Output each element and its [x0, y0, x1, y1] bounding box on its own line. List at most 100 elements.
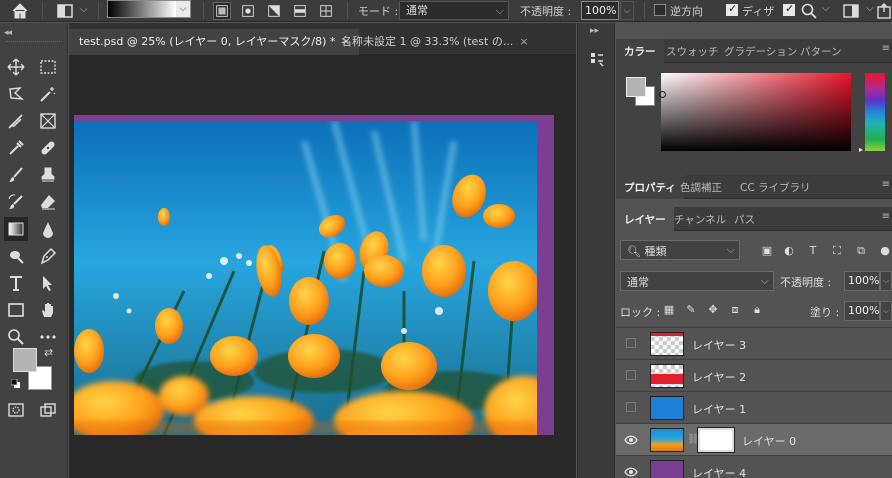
adjustment-filter-icon[interactable]: ◐ — [782, 244, 796, 258]
collapse-toolbar-button[interactable]: ◂◂ — [4, 28, 12, 38]
layer-opacity-slider-toggle[interactable]: ⌵ — [880, 271, 892, 291]
layer-filter-select[interactable]: 🔍︎ 種類 ⌵ — [620, 240, 740, 260]
document-canvas[interactable] — [74, 115, 554, 435]
crop-tool[interactable] — [4, 109, 28, 133]
layer-name[interactable]: レイヤー 2 — [692, 369, 746, 385]
brush-tool[interactable] — [4, 163, 28, 187]
angle-gradient-button[interactable] — [265, 2, 283, 20]
fill-input[interactable]: 100% — [844, 301, 880, 321]
tab-channels[interactable]: チャンネル — [666, 207, 734, 231]
opacity-input[interactable]: 100% — [581, 1, 619, 20]
layer-name[interactable]: レイヤー 1 — [692, 401, 746, 417]
pixel-filter-icon[interactable]: ▣ — [760, 244, 774, 258]
reverse-checkbox[interactable] — [654, 4, 666, 16]
tab-patterns[interactable]: パターン — [792, 39, 849, 63]
color-field[interactable] — [661, 73, 851, 151]
dodge-tool[interactable] — [4, 244, 28, 268]
chevron-down-icon[interactable]: ⌵ — [176, 1, 190, 17]
lock-artboard-icon[interactable]: ⧈ — [728, 303, 742, 317]
visibility-toggle[interactable] — [626, 338, 636, 348]
smart-object-filter-icon[interactable]: ⧉ — [854, 244, 868, 258]
hand-tool[interactable] — [36, 298, 60, 322]
search-icon[interactable] — [800, 2, 818, 20]
zoom-tool[interactable] — [4, 325, 28, 349]
color-foreground-swatch[interactable] — [626, 77, 646, 97]
chevron-down-icon[interactable]: ⌵ — [822, 3, 830, 14]
layer-row[interactable]: レイヤー 2 — [616, 359, 892, 391]
tab-cc-libraries[interactable]: CC ライブラリ — [732, 175, 819, 199]
layer-blend-mode-select[interactable]: 通常 ⌵ — [620, 271, 774, 291]
gradient-preview[interactable] — [108, 1, 176, 17]
lock-position-icon[interactable]: ✥ — [706, 303, 720, 317]
frame-tool[interactable] — [36, 109, 60, 133]
shape-filter-icon[interactable]: ⛶ — [830, 244, 844, 258]
linear-gradient-button[interactable] — [213, 2, 231, 20]
history-panel-icon[interactable] — [588, 51, 606, 69]
collapse-dock-button[interactable]: ▸▸ — [590, 26, 599, 36]
tab-color[interactable]: カラー — [616, 39, 664, 63]
lock-all-icon[interactable]: 🔒︎ — [750, 303, 764, 317]
layer-name[interactable]: レイヤー 3 — [692, 337, 746, 353]
blur-tool[interactable] — [36, 217, 60, 241]
dither-checkbox[interactable] — [726, 2, 738, 16]
rectangle-tool[interactable] — [4, 298, 28, 322]
healing-brush-tool[interactable] — [36, 136, 60, 160]
layer-row[interactable]: レイヤー 4 — [616, 455, 892, 478]
layer-row-selected[interactable]: ⛓︎ レイヤー 0 — [616, 423, 892, 455]
eye-icon[interactable] — [624, 433, 638, 447]
document-tab[interactable]: 名称未設定 1 @ 33.3% (test の... × — [331, 29, 537, 55]
quick-mask-button[interactable] — [4, 398, 28, 422]
visibility-toggle[interactable] — [626, 370, 636, 380]
chevron-down-icon[interactable]: ⌵ — [80, 4, 88, 15]
radial-gradient-button[interactable] — [239, 2, 257, 20]
hue-slider-handle[interactable]: ▸ — [859, 145, 863, 154]
tool-preset-icon[interactable] — [55, 3, 75, 19]
foreground-color-swatch[interactable] — [13, 348, 37, 372]
close-icon[interactable]: × — [519, 35, 528, 48]
home-icon[interactable] — [10, 2, 30, 20]
filter-toggle-icon[interactable]: ● — [878, 244, 892, 258]
visibility-toggle[interactable] — [626, 402, 636, 412]
document-tab-active[interactable]: test.psd @ 25% (レイヤー 0, レイヤーマスク/8) * × — [69, 29, 359, 55]
type-tool[interactable] — [4, 271, 28, 295]
workspace-icon[interactable] — [842, 2, 860, 20]
opacity-slider-toggle[interactable]: ⌵ — [620, 1, 634, 20]
screen-mode-button[interactable] — [36, 398, 60, 422]
layer-opacity-input[interactable]: 100% — [844, 271, 880, 291]
lock-transparent-icon[interactable]: ▦ — [662, 303, 676, 317]
panel-grip[interactable] — [6, 41, 62, 44]
layer-mask-thumbnail[interactable] — [697, 427, 735, 453]
eyedropper-tool[interactable] — [4, 136, 28, 160]
default-colors-icon[interactable] — [11, 379, 20, 388]
blend-mode-select[interactable]: 通常 ⌵ — [399, 1, 509, 20]
color-picker-cursor[interactable] — [659, 91, 666, 98]
lasso-tool[interactable] — [4, 82, 28, 106]
tab-paths[interactable]: パス — [726, 207, 763, 231]
gradient-tool[interactable] — [4, 217, 28, 241]
path-select-tool[interactable] — [36, 271, 60, 295]
diamond-gradient-button[interactable] — [317, 2, 335, 20]
marquee-tool[interactable] — [36, 55, 60, 79]
layer-name[interactable]: レイヤー 4 — [692, 465, 746, 478]
layer-name[interactable]: レイヤー 0 — [742, 433, 796, 449]
eye-icon[interactable] — [624, 465, 638, 478]
layer-row[interactable]: レイヤー 3 — [616, 327, 892, 359]
panel-menu-icon[interactable]: ≡ — [882, 179, 890, 190]
type-filter-icon[interactable]: T — [806, 244, 820, 258]
lock-image-icon[interactable]: ✎ — [684, 303, 698, 317]
layer-row[interactable]: レイヤー 1 — [616, 391, 892, 423]
pen-tool[interactable] — [36, 244, 60, 268]
swap-colors-icon[interactable]: ⇄ — [44, 346, 53, 359]
eraser-tool[interactable] — [36, 190, 60, 214]
reflected-gradient-button[interactable] — [291, 2, 309, 20]
tab-adjustments[interactable]: 色調補正 — [672, 175, 730, 199]
history-brush-tool[interactable] — [4, 190, 28, 214]
stamp-tool[interactable] — [36, 163, 60, 187]
magic-wand-tool[interactable] — [36, 82, 60, 106]
fill-slider-toggle[interactable]: ⌵ — [880, 301, 892, 321]
share-icon[interactable] — [876, 2, 892, 20]
chevron-down-icon[interactable]: ⌵ — [866, 3, 874, 14]
gradient-picker[interactable]: ⌵ — [107, 0, 191, 18]
move-tool[interactable] — [4, 55, 28, 79]
hue-slider[interactable] — [865, 73, 885, 151]
